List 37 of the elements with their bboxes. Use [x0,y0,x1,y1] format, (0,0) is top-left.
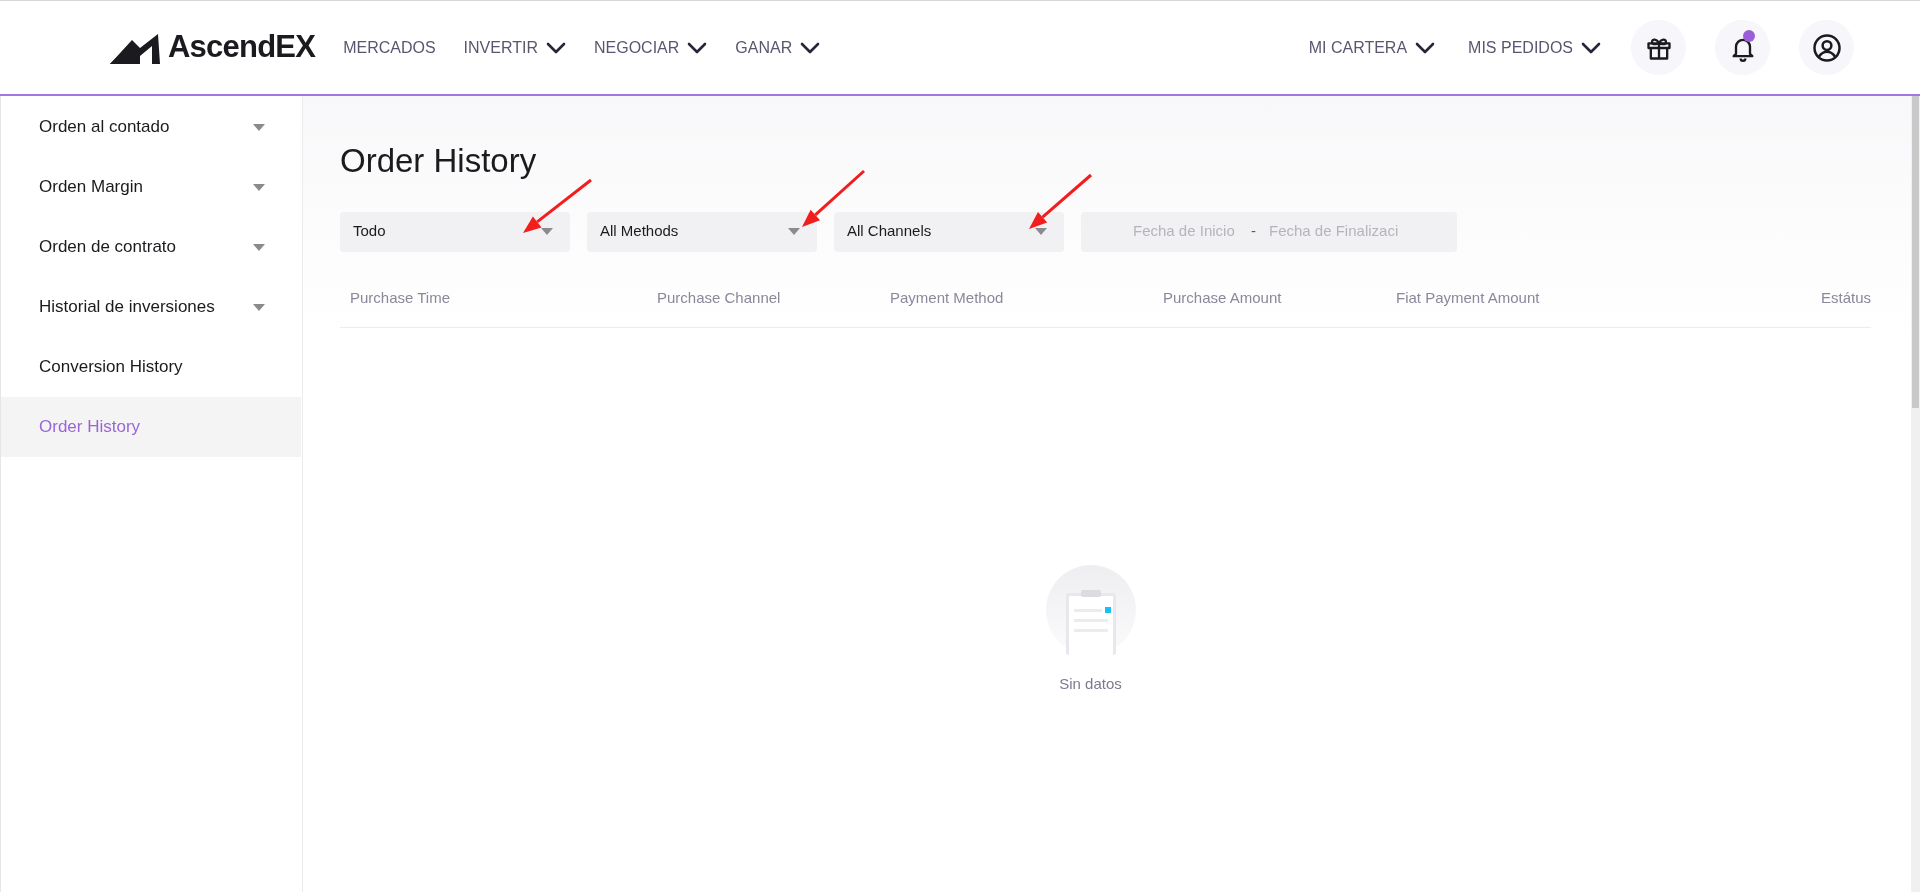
date-separator: - [1251,221,1257,242]
empty-clipboard-icon [1045,564,1136,655]
sidebar-item[interactable]: Orden Margin [1,157,301,217]
column-header: Purchase Time [350,287,452,308]
sidebar-item[interactable]: Order History [1,397,301,457]
column-header: Payment Method [890,287,1005,308]
start-date-placeholder: Fecha de Inicio [1133,221,1236,242]
annotation-arrow [1029,173,1092,229]
nav-link[interactable]: MERCADOS [343,35,436,60]
sidebar-item[interactable]: Historial de inversiones [1,277,301,337]
annotation-arrow [523,178,592,233]
column-header: Purchase Channel [657,287,782,308]
nav-link[interactable]: GANAR [735,35,821,60]
user-icon [1811,32,1842,63]
nav-link[interactable]: MIS PEDIDOS [1468,35,1601,60]
sidebar-item[interactable]: Orden de contrato [1,217,301,277]
column-header: Fiat Payment Amount [1396,287,1541,308]
caret-icon [541,228,553,235]
scrollbar[interactable] [1911,96,1920,892]
nav-link[interactable]: NEGOCIAR [594,35,708,60]
column-header: Purchase Amount [1163,287,1283,308]
logo-text[interactable]: AscendEX [168,24,316,71]
nav-link[interactable]: INVERTIR [463,35,566,60]
date-range-field[interactable]: Fecha de Inicio - Fecha de Finalizaci [1081,211,1457,252]
sidebar-item[interactable]: Conversion History [1,337,301,397]
empty-state-text: Sin datos [1059,673,1122,694]
nav-link[interactable]: MI CARTERA [1308,35,1436,60]
page-title: Order History [340,141,538,181]
end-date-placeholder: Fecha de Finalizaci [1269,221,1399,242]
filter-dropdown[interactable]: All Channels [834,211,1064,252]
column-header: Estátus [1820,287,1871,308]
caret-icon [788,228,800,235]
filter-dropdown[interactable]: All Methods [587,211,817,252]
filter-dropdown[interactable]: Todo [340,211,570,252]
sidebar-item[interactable]: Orden al contado [1,97,301,157]
logo-mark-icon [110,31,162,64]
annotation-arrow [802,169,865,227]
